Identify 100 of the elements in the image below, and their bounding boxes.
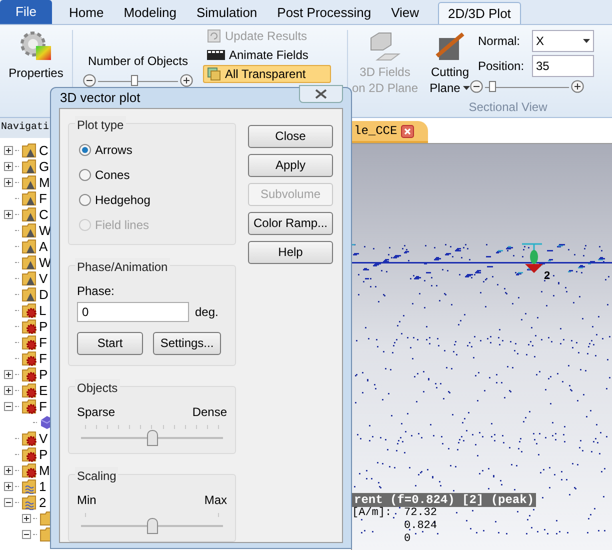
radio-option[interactable]: Cones xyxy=(79,162,227,188)
tree-item[interactable]: 1 xyxy=(39,480,46,492)
tree-item[interactable]: F xyxy=(39,352,47,364)
tree-item[interactable]: F xyxy=(39,336,47,348)
settings-button[interactable]: Settings... xyxy=(153,332,221,354)
start-button[interactable]: Start xyxy=(77,332,143,354)
tree-item[interactable]: M xyxy=(39,176,50,188)
folder-gear-icon xyxy=(21,398,37,414)
slider-thumb[interactable] xyxy=(130,74,138,86)
min-label: Sparse xyxy=(77,404,116,420)
close-icon[interactable] xyxy=(401,124,414,138)
normal-label: Normal: xyxy=(478,33,522,50)
tree-item[interactable]: F xyxy=(39,192,47,204)
legend-title: rent (f=0.824) [2] (peak) xyxy=(352,493,536,507)
folder-warning-icon xyxy=(21,238,37,254)
folder-warning-icon xyxy=(21,270,37,286)
folder-gear-icon xyxy=(21,462,37,478)
group-title: Scaling xyxy=(75,466,118,484)
expand-icon[interactable] xyxy=(22,514,31,522)
folder-wave-icon xyxy=(21,494,37,510)
dialog-button[interactable]: Help xyxy=(248,240,333,264)
ribbon-tab[interactable]: Simulation xyxy=(187,2,266,24)
radio-option[interactable]: Arrows xyxy=(79,138,227,162)
document-tab[interactable]: le_CCE xyxy=(352,121,428,143)
expand-icon[interactable] xyxy=(4,210,13,218)
caret-icon xyxy=(583,39,590,43)
tree-item[interactable]: G xyxy=(39,160,50,172)
tree-item[interactable]: V xyxy=(39,272,48,284)
ribbon-tab[interactable]: Post Processing xyxy=(268,2,380,24)
ribbon-command[interactable]: All Transparent xyxy=(203,65,331,83)
expand-icon[interactable] xyxy=(4,178,13,186)
tree-item[interactable]: C xyxy=(39,208,48,220)
dialog-button[interactable]: Color Ramp... xyxy=(248,212,333,234)
folder-gear-icon xyxy=(21,430,37,446)
unit-label: deg. xyxy=(195,304,218,320)
position-label: Position: xyxy=(478,58,526,75)
radio-button[interactable] xyxy=(79,144,91,156)
position-input[interactable]: 35 xyxy=(532,55,594,77)
expand-icon[interactable] xyxy=(4,386,13,394)
refresh-icon xyxy=(207,29,221,43)
folder-gear-icon xyxy=(21,302,37,318)
expand-icon[interactable] xyxy=(4,146,13,154)
folder-gear-icon xyxy=(21,366,37,382)
collapse-icon[interactable] xyxy=(4,402,13,410)
folder-warning-icon xyxy=(21,142,37,158)
gear-icon xyxy=(19,30,53,62)
expand-icon[interactable] xyxy=(4,466,13,474)
tree-item[interactable]: D xyxy=(39,288,48,300)
ribbon-tab[interactable]: Home xyxy=(60,2,113,24)
tree-item[interactable]: P xyxy=(39,448,48,460)
folder-warning-icon xyxy=(21,286,37,302)
dialog-button[interactable]: Close xyxy=(248,124,333,148)
tree-item[interactable]: V xyxy=(39,432,48,444)
folder-warning-icon xyxy=(21,206,37,222)
tree-item[interactable]: A xyxy=(39,240,48,252)
tree-item[interactable]: M xyxy=(39,464,50,476)
folder-gear-icon xyxy=(21,318,37,334)
objects-label: Number of Objects xyxy=(88,53,188,70)
tree-item[interactable]: E xyxy=(39,384,48,396)
collapse-icon[interactable] xyxy=(22,530,31,538)
slider-thumb[interactable] xyxy=(146,430,158,446)
normal-dropdown[interactable]: X xyxy=(532,30,594,52)
ribbon-command[interactable]: Animate Fields xyxy=(203,46,331,64)
port-label: 2 xyxy=(544,269,550,284)
min-label: Min xyxy=(77,492,96,508)
slider-thumb[interactable] xyxy=(488,80,496,92)
dialog-button[interactable]: Apply xyxy=(248,154,333,176)
radio-button[interactable] xyxy=(79,169,91,181)
radio-option[interactable]: Hedgehog xyxy=(79,188,227,212)
expand-icon[interactable] xyxy=(4,370,13,378)
phase-input[interactable]: 0 xyxy=(77,302,189,322)
slider-thumb[interactable] xyxy=(146,518,158,534)
ribbon-tab[interactable]: 2D/3D Plot xyxy=(438,2,521,24)
file-tab[interactable]: File xyxy=(0,0,52,24)
tree-item[interactable]: L xyxy=(39,304,46,316)
radio-button[interactable] xyxy=(79,194,91,206)
legend-value: 72.32 xyxy=(404,507,438,520)
ribbon-tab[interactable]: Modeling xyxy=(114,2,186,24)
legend-value: 0 xyxy=(404,533,411,546)
tree-item[interactable]: P xyxy=(39,368,48,380)
close-button[interactable] xyxy=(299,84,343,103)
properties-button[interactable]: Properties xyxy=(0,30,72,82)
folder-gear-icon xyxy=(21,350,37,366)
zoom-out-icon[interactable] xyxy=(470,80,483,93)
phase-label: Phase: xyxy=(77,282,116,300)
tree-item[interactable]: P xyxy=(39,320,48,332)
folder-warning-icon xyxy=(21,222,37,238)
expand-icon[interactable] xyxy=(4,482,13,490)
folder-warning-icon xyxy=(21,190,37,206)
expand-icon[interactable] xyxy=(4,162,13,170)
tree-item[interactable]: 2 xyxy=(39,496,46,508)
tree-item[interactable]: F xyxy=(39,400,47,412)
collapse-icon[interactable] xyxy=(4,498,13,506)
zoom-out-icon[interactable] xyxy=(83,74,96,87)
tree-item[interactable]: C xyxy=(39,144,48,156)
group-title: Objects xyxy=(75,378,120,396)
zoom-in-icon[interactable] xyxy=(180,74,193,87)
zoom-in-icon[interactable] xyxy=(571,80,584,93)
ribbon-tab[interactable]: View xyxy=(382,2,428,24)
caret-icon xyxy=(463,86,470,90)
